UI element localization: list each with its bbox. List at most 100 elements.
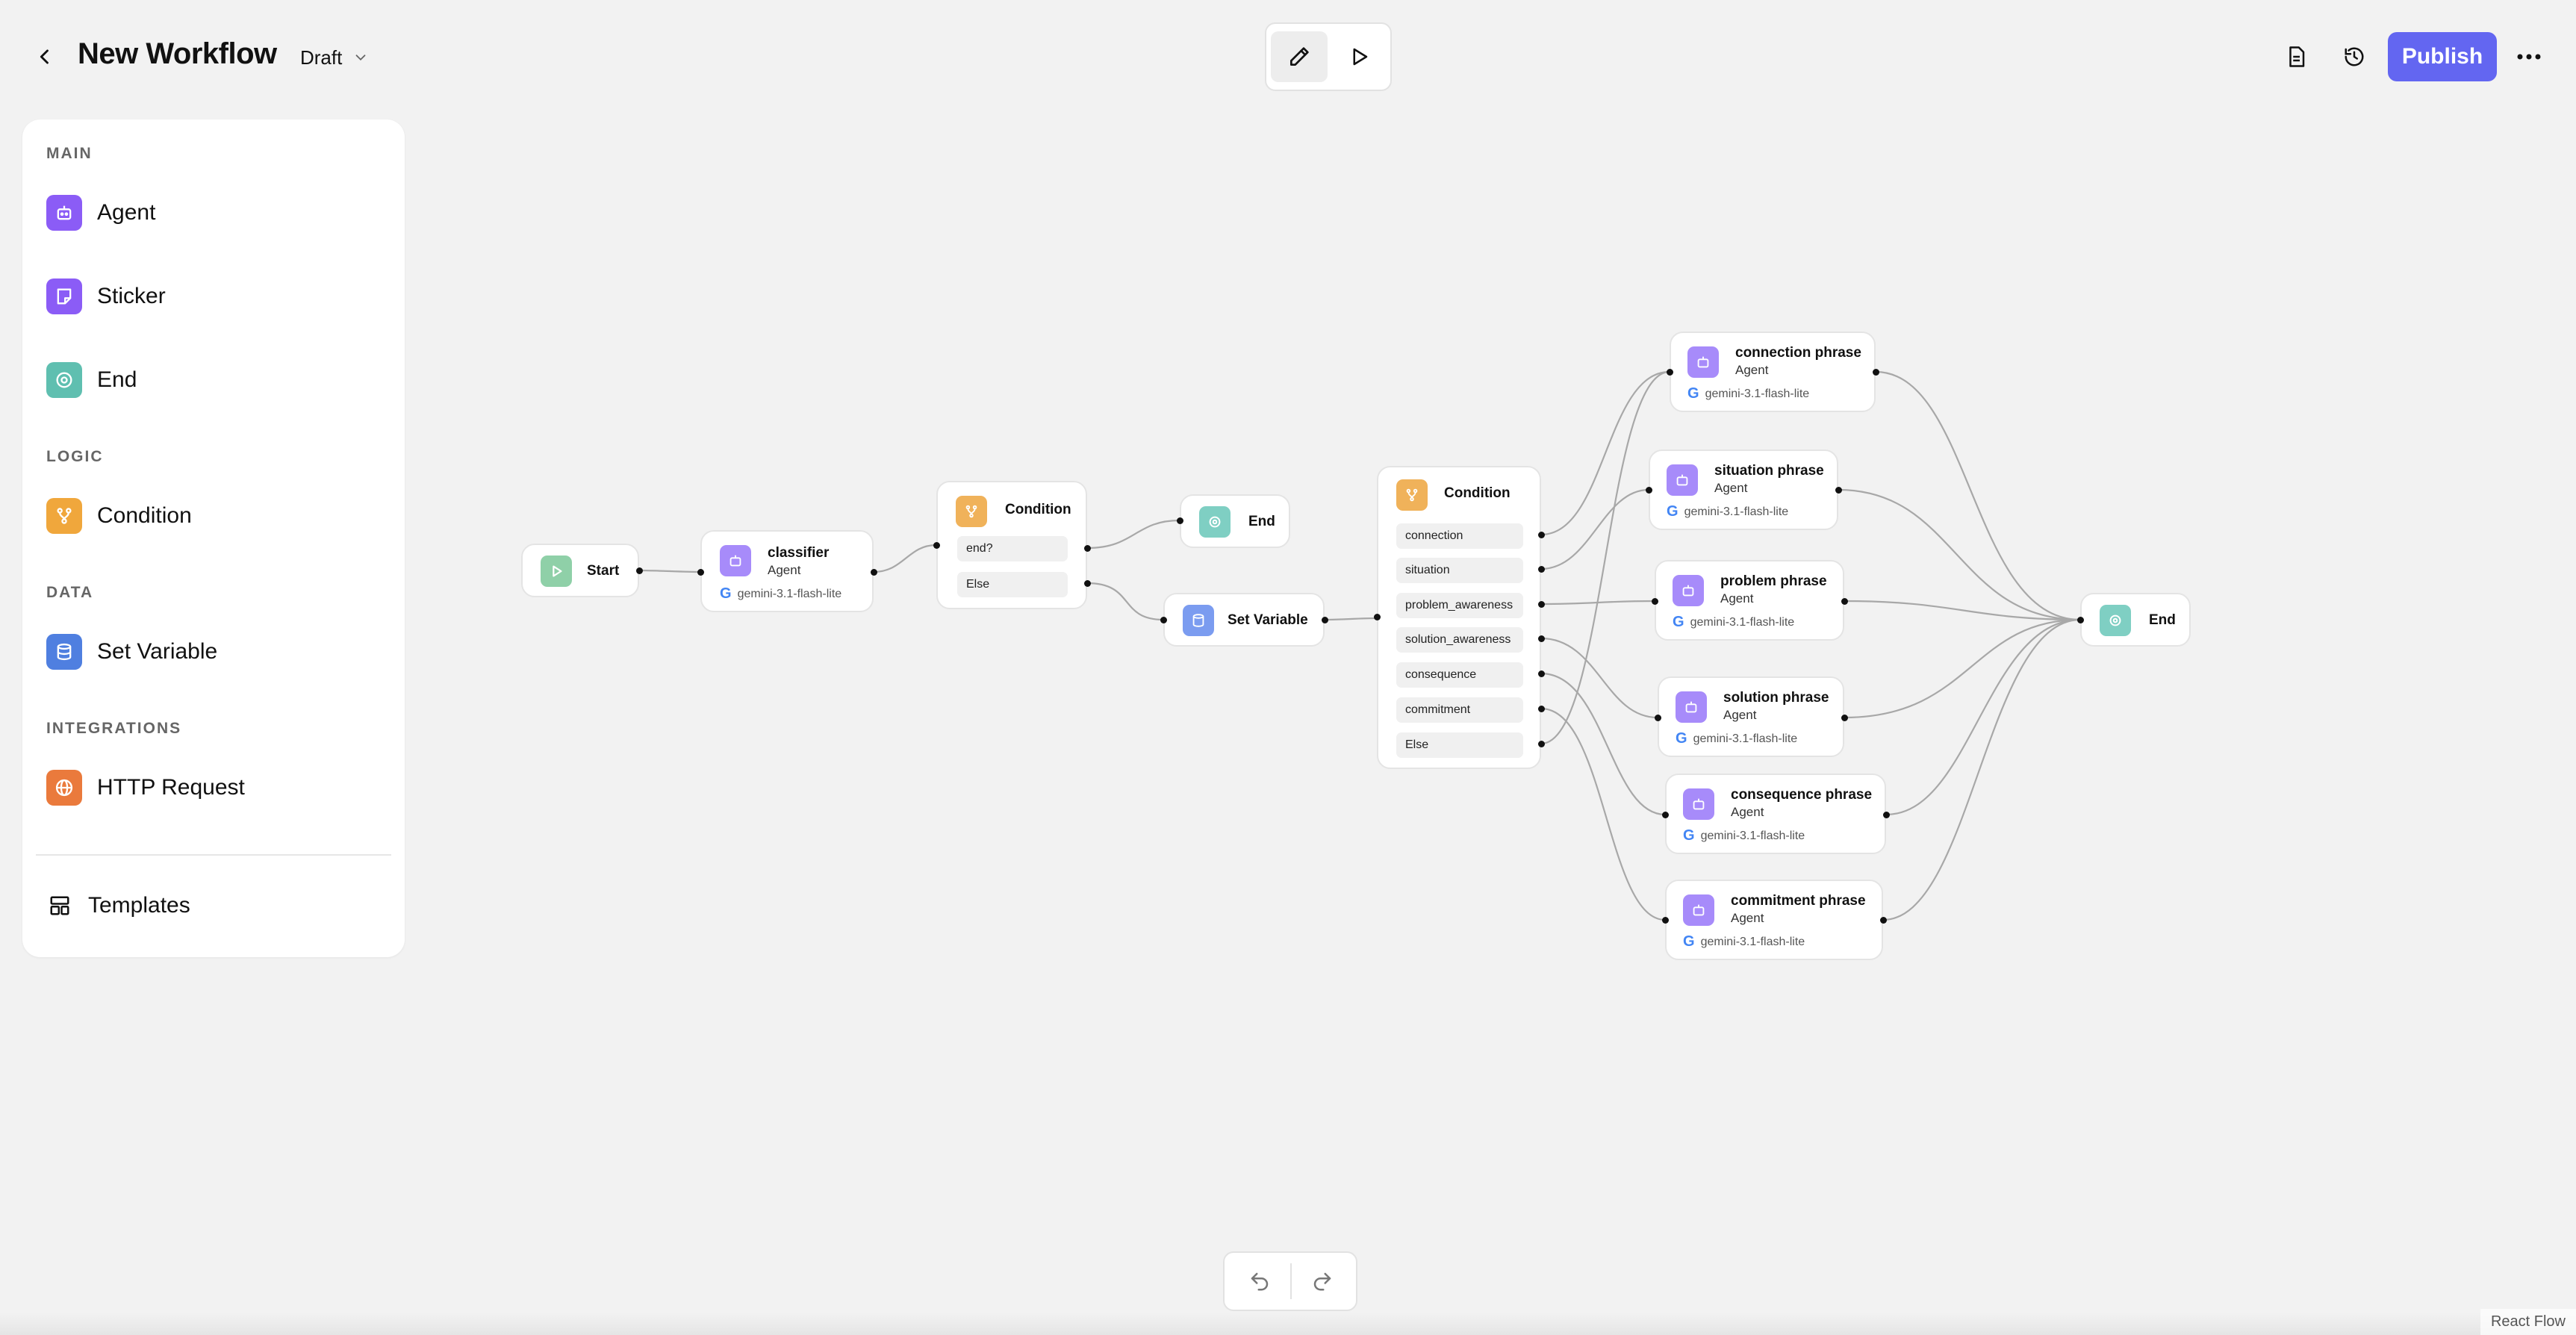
node-label: solution phrase (1723, 690, 1829, 706)
source-handle[interactable] (1538, 566, 1545, 573)
agent-node-situation-phrase[interactable]: situation phrase Agent Ggemini-3.1-flash… (1649, 449, 1838, 530)
edge (1540, 488, 1649, 570)
robot-icon (1683, 894, 1714, 926)
branch-icon (956, 496, 987, 527)
node-label: Start (587, 563, 620, 579)
source-handle-else[interactable] (1084, 580, 1091, 587)
target-handle[interactable] (1177, 517, 1183, 524)
edge (1540, 672, 1666, 816)
robot-icon (720, 545, 751, 576)
node-label: Set Variable (1228, 612, 1308, 628)
end-node-1[interactable]: End (1180, 494, 1290, 548)
edge (1882, 618, 2081, 921)
node-label: End (1248, 514, 1275, 529)
condition-node-2[interactable]: Condition connection situation problem_a… (1377, 466, 1541, 769)
start-node[interactable]: Start (521, 544, 639, 597)
google-icon: G (1683, 827, 1695, 844)
source-handle[interactable] (1841, 715, 1848, 721)
source-handle-end[interactable] (1084, 545, 1091, 552)
condition-node-1[interactable]: Condition end? Else (936, 481, 1087, 609)
google-icon: G (1667, 503, 1679, 520)
agent-node-consequence-phrase[interactable]: consequence phrase Agent Ggemini-3.1-fla… (1665, 774, 1886, 854)
branch-connection: connection (1396, 523, 1523, 549)
target-handle[interactable] (1655, 715, 1661, 721)
node-model: Ggemini-3.1-flash-lite (1673, 614, 1795, 630)
undo-redo-bar (1223, 1251, 1357, 1311)
agent-node-solution-phrase[interactable]: solution phrase Agent Ggemini-3.1-flash-… (1658, 676, 1844, 757)
edge (1838, 488, 2081, 621)
node-type: Agent (1720, 591, 1754, 606)
node-model: Ggemini-3.1-flash-lite (1667, 503, 1789, 520)
edge (1540, 707, 1666, 921)
source-handle[interactable] (1538, 741, 1545, 747)
target-handle[interactable] (697, 569, 704, 576)
source-handle[interactable] (1538, 601, 1545, 608)
edge (1844, 618, 2081, 719)
edge (1844, 600, 2081, 621)
agent-node-connection-phrase[interactable]: connection phrase Agent Ggemini-3.1-flas… (1670, 332, 1876, 412)
target-handle[interactable] (933, 542, 940, 549)
node-type: Agent (1731, 805, 1764, 819)
edge (1086, 519, 1180, 550)
branch-problem-awareness: problem_awareness (1396, 593, 1523, 618)
target-handle[interactable] (1662, 917, 1669, 924)
source-handle[interactable] (636, 567, 643, 574)
edge (638, 569, 701, 573)
node-label: Condition (1005, 502, 1071, 517)
node-label: problem phrase (1720, 573, 1827, 589)
node-model: Ggemini-3.1-flash-lite (720, 585, 842, 602)
branch-end: end? (957, 536, 1068, 561)
node-label: classifier (768, 545, 830, 561)
robot-icon (1676, 691, 1707, 723)
edge (873, 544, 937, 573)
source-handle[interactable] (1538, 532, 1545, 538)
node-model: Ggemini-3.1-flash-lite (1687, 385, 1810, 402)
target-handle[interactable] (1667, 369, 1673, 376)
agent-node-commitment-phrase[interactable]: commitment phrase Agent Ggemini-3.1-flas… (1665, 880, 1883, 960)
node-label: connection phrase (1735, 345, 1861, 361)
branch-situation: situation (1396, 558, 1523, 583)
source-handle[interactable] (1883, 812, 1890, 818)
toolbar-divider (1290, 1263, 1292, 1299)
node-model: Ggemini-3.1-flash-lite (1676, 730, 1798, 747)
source-handle[interactable] (1538, 670, 1545, 677)
undo-button[interactable] (1233, 1262, 1286, 1301)
node-model: Ggemini-3.1-flash-lite (1683, 933, 1805, 950)
branch-solution-awareness: solution_awareness (1396, 627, 1523, 653)
set-variable-node[interactable]: Set Variable (1163, 593, 1325, 647)
node-model: Ggemini-3.1-flash-lite (1683, 827, 1805, 844)
node-type: Agent (1731, 911, 1764, 925)
canvas-bottom-shade (0, 1313, 2576, 1335)
robot-icon (1667, 464, 1698, 496)
node-label: End (2149, 612, 2176, 628)
edge (1540, 370, 1670, 745)
source-handle[interactable] (1880, 917, 1887, 924)
target-handle[interactable] (1662, 812, 1669, 818)
node-label: Condition (1444, 485, 1511, 501)
google-icon: G (1673, 614, 1684, 630)
source-handle[interactable] (1538, 706, 1545, 712)
branch-commitment: commitment (1396, 697, 1523, 723)
source-handle[interactable] (1873, 369, 1879, 376)
node-type: Agent (1735, 363, 1769, 377)
source-handle[interactable] (1841, 598, 1848, 605)
redo-button[interactable] (1296, 1262, 1348, 1301)
target-handle[interactable] (1646, 487, 1652, 494)
node-type: Agent (1723, 708, 1757, 722)
target-handle[interactable] (1374, 614, 1381, 620)
target-handle[interactable] (2077, 617, 2084, 623)
redo-icon (1313, 1272, 1331, 1291)
source-handle[interactable] (1538, 635, 1545, 642)
end-node-2[interactable]: End (2080, 593, 2191, 647)
google-icon: G (1676, 730, 1687, 747)
classifier-node[interactable]: classifier Agent Ggemini-3.1-flash-lite (700, 530, 874, 612)
source-handle[interactable] (1835, 487, 1842, 494)
edge (1885, 618, 2081, 816)
target-handle[interactable] (1160, 617, 1167, 623)
source-handle[interactable] (871, 569, 877, 576)
branch-else: Else (1396, 732, 1523, 758)
react-flow-attribution[interactable]: React Flow (2480, 1309, 2576, 1335)
agent-node-problem-phrase[interactable]: problem phrase Agent Ggemini-3.1-flash-l… (1655, 560, 1844, 641)
source-handle[interactable] (1322, 617, 1328, 623)
target-handle[interactable] (1652, 598, 1658, 605)
